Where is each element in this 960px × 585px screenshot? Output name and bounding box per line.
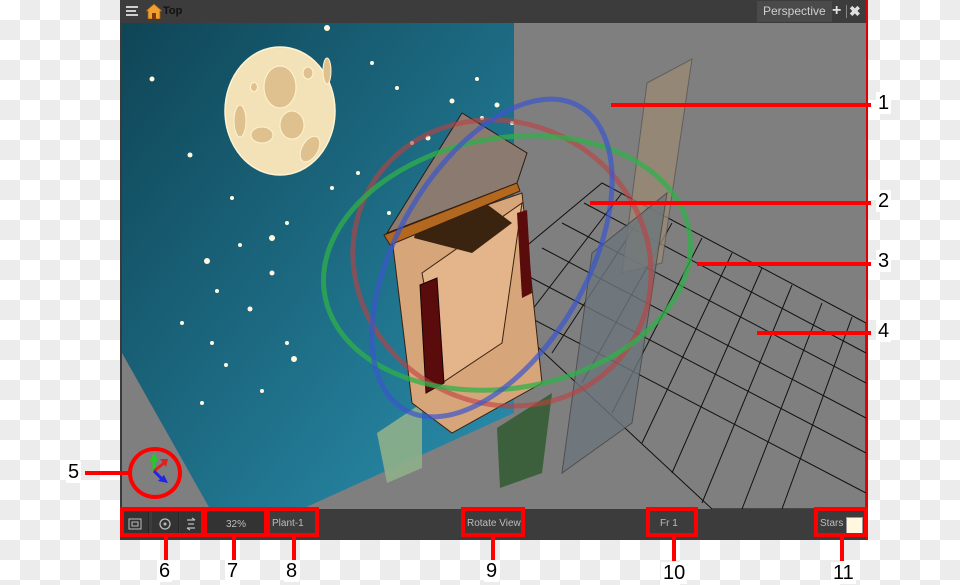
callout-box-6	[120, 507, 205, 537]
callout-line-1	[611, 103, 871, 107]
callout-line-11	[840, 537, 844, 561]
callout-label-2: 2	[876, 190, 892, 212]
callout-label-8: 8	[284, 560, 300, 582]
callout-label-10: 10	[661, 562, 688, 584]
callout-line-7	[232, 537, 236, 561]
titlebar-divider	[846, 5, 847, 18]
camera-viewport[interactable]	[122, 23, 866, 509]
callout-box-7	[203, 507, 268, 537]
callout-line-4	[757, 331, 871, 335]
callout-circle-5	[128, 447, 182, 499]
moon	[224, 46, 336, 176]
callout-line-8	[292, 537, 296, 561]
callout-box-10	[646, 507, 698, 537]
callout-label-1: 1	[876, 92, 892, 114]
callout-line-10	[672, 537, 676, 561]
view-titlebar: Top Perspective + ✖	[120, 0, 866, 23]
view-title: Top	[163, 5, 183, 17]
callout-box-9	[461, 507, 525, 537]
close-icon[interactable]: ✖	[849, 3, 861, 19]
callout-line-2	[590, 201, 871, 205]
callout-label-9: 9	[484, 560, 500, 582]
callout-label-6: 6	[157, 560, 173, 582]
layer-plane-cliff	[561, 191, 668, 475]
callout-line-9	[491, 537, 495, 561]
callout-line-6	[164, 537, 168, 561]
callout-line-5	[85, 471, 129, 475]
perspective-view-window: Top Perspective + ✖ 32% Plant-1 Rotate V…	[120, 0, 868, 540]
callout-label-11: 11	[831, 562, 856, 584]
callout-label-5: 5	[66, 461, 82, 483]
callout-line-3	[697, 262, 871, 266]
hamburger-menu-icon[interactable]	[126, 4, 138, 18]
callout-box-8	[266, 507, 319, 537]
callout-box-11	[814, 507, 868, 537]
callout-label-7: 7	[225, 560, 241, 582]
scene-canvas	[122, 23, 866, 509]
home-icon[interactable]	[146, 4, 162, 19]
plus-icon[interactable]: +	[832, 3, 841, 19]
callout-label-4: 4	[876, 320, 892, 342]
perspective-tab[interactable]: Perspective	[757, 1, 832, 22]
callout-label-3: 3	[876, 250, 892, 272]
